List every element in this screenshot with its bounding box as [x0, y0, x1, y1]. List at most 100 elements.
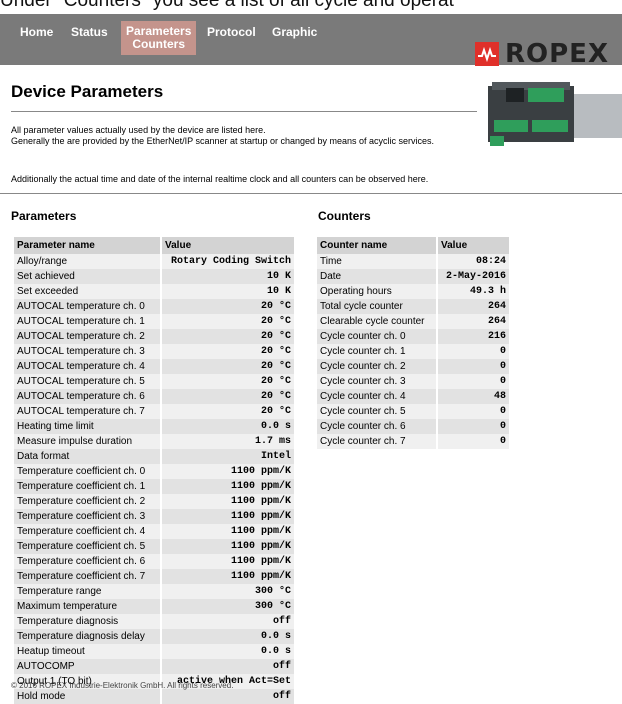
table-row: Cycle counter ch. 60 [317, 419, 511, 434]
row-name: Operating hours [317, 284, 438, 299]
row-name: Set achieved [14, 269, 162, 284]
table-row: Temperature coefficient ch. 3 1100 ppm/K [14, 509, 296, 524]
row-value: 48 [437, 389, 511, 404]
row-name: Temperature coefficient ch. 0 [14, 464, 162, 479]
row-name: Total cycle counter [317, 299, 438, 314]
counters-heading: Counters [318, 209, 371, 223]
row-value: 20 °C [161, 314, 296, 329]
column-header-name: Parameter name [14, 237, 162, 254]
intro-text-2: Additionally the actual time and date of… [11, 174, 429, 184]
intro-text: All parameter values actually used by th… [11, 125, 435, 146]
row-name: Maximum temperature [14, 599, 162, 614]
table-row: Date 2-May-2016 [317, 269, 511, 284]
row-value: Intel [161, 449, 296, 464]
nav-status[interactable]: Status [71, 25, 108, 39]
table-row: AUTOCAL temperature ch. 6 20 °C [14, 389, 296, 404]
row-name: Cycle counter ch. 4 [317, 389, 438, 404]
row-name: Cycle counter ch. 1 [317, 344, 438, 359]
row-value: 1100 ppm/K [161, 464, 296, 479]
row-name: Set exceeded [14, 284, 162, 299]
row-value: 0 [437, 344, 511, 359]
table-row: AUTOCAL temperature ch. 0 20 °C [14, 299, 296, 314]
table-row: Temperature range 300 °C [14, 584, 296, 599]
row-value: 49.3 h [437, 284, 511, 299]
table-row: Hold mode off [14, 689, 296, 704]
row-name: Heating time limit [14, 419, 162, 434]
ropex-logo: ROPEX [475, 40, 609, 68]
row-value: 264 [437, 299, 511, 314]
nav-home[interactable]: Home [20, 25, 53, 39]
row-name: Temperature range [14, 584, 162, 599]
table-row: AUTOCAL temperature ch. 5 20 °C [14, 374, 296, 389]
row-value: 0 [437, 404, 511, 419]
row-name: Time [317, 254, 438, 269]
column-header-name: Counter name [317, 237, 438, 254]
counters-table: Counter name Value Time 08:24 Date 2-May-20… [317, 237, 511, 449]
row-name: Date [317, 269, 438, 284]
row-name: Temperature coefficient ch. 1 [14, 479, 162, 494]
table-row: Temperature coefficient ch. 4 1100 ppm/K [14, 524, 296, 539]
parameters-table: Parameter name Value Alloy/range Rotary C… [14, 237, 296, 704]
row-value: 20 °C [161, 374, 296, 389]
divider [0, 193, 622, 194]
row-value: 0.0 s [161, 629, 296, 644]
row-value: 300 °C [161, 584, 296, 599]
row-value: 1100 ppm/K [161, 524, 296, 539]
row-name: AUTOCAL temperature ch. 3 [14, 344, 162, 359]
table-row: Temperature coefficient ch. 0 1100 ppm/K [14, 464, 296, 479]
table-row: Heating time limit 0.0 s [14, 419, 296, 434]
page-title: Device Parameters [11, 82, 164, 101]
row-name: Temperature coefficient ch. 5 [14, 539, 162, 554]
table-row: Temperature coefficient ch. 7 1100 ppm/K [14, 569, 296, 584]
row-name: Clearable cycle counter [317, 314, 438, 329]
row-value: 216 [437, 329, 511, 344]
table-row: Temperature coefficient ch. 2 1100 ppm/K [14, 494, 296, 509]
row-name: AUTOCAL temperature ch. 2 [14, 329, 162, 344]
row-value: 0.0 s [161, 644, 296, 659]
column-header-value: Value [437, 237, 511, 254]
nav-parameters-label: Parameters [126, 24, 192, 38]
row-name: AUTOCAL temperature ch. 6 [14, 389, 162, 404]
row-value: 1100 ppm/K [161, 479, 296, 494]
row-name: Cycle counter ch. 6 [317, 419, 438, 434]
table-row: Data format Intel [14, 449, 296, 464]
row-name: Cycle counter ch. 0 [317, 329, 438, 344]
table-row: Cycle counter ch. 30 [317, 374, 511, 389]
row-name: Temperature coefficient ch. 4 [14, 524, 162, 539]
row-value: 300 °C [161, 599, 296, 614]
row-value: 2-May-2016 [437, 269, 511, 284]
row-name: AUTOCAL temperature ch. 0 [14, 299, 162, 314]
nav-graphic[interactable]: Graphic [272, 25, 317, 39]
row-value: 0.0 s [161, 419, 296, 434]
table-row: Set exceeded 10 K [14, 284, 296, 299]
nav-parameters-counters[interactable]: Parameters Counters [121, 21, 197, 55]
parameters-heading: Parameters [11, 209, 77, 223]
row-value: 0 [437, 374, 511, 389]
logo-text: ROPEX [505, 39, 609, 69]
table-row: Temperature coefficient ch. 6 1100 ppm/K [14, 554, 296, 569]
table-row: Cycle counter ch. 20 [317, 359, 511, 374]
row-value: 0 [437, 359, 511, 374]
row-name: Temperature coefficient ch. 6 [14, 554, 162, 569]
table-row: Set achieved 10 K [14, 269, 296, 284]
row-value: 20 °C [161, 389, 296, 404]
table-row: Cycle counter ch. 10 [317, 344, 511, 359]
table-row: Cycle counter ch. 4 48 [317, 389, 511, 404]
row-value: 264 [437, 314, 511, 329]
row-value: 1100 ppm/K [161, 509, 296, 524]
column-header-value: Value [161, 237, 296, 254]
table-row: AUTOCAL temperature ch. 2 20 °C [14, 329, 296, 344]
table-row: Heatup timeout 0.0 s [14, 644, 296, 659]
row-value: 1.7 ms [161, 434, 296, 449]
row-name: Measure impulse duration [14, 434, 162, 449]
row-value: 20 °C [161, 344, 296, 359]
row-value: off [161, 689, 296, 704]
row-name: Data format [14, 449, 162, 464]
table-row: AUTOCAL temperature ch. 4 20 °C [14, 359, 296, 374]
nav-protocol[interactable]: Protocol [207, 25, 256, 39]
table-row: Temperature coefficient ch. 1 1100 ppm/K [14, 479, 296, 494]
row-value: 20 °C [161, 329, 296, 344]
row-value: off [161, 659, 296, 674]
table-row: Measure impulse duration 1.7 ms [14, 434, 296, 449]
table-row: AUTOCAL temperature ch. 3 20 °C [14, 344, 296, 359]
